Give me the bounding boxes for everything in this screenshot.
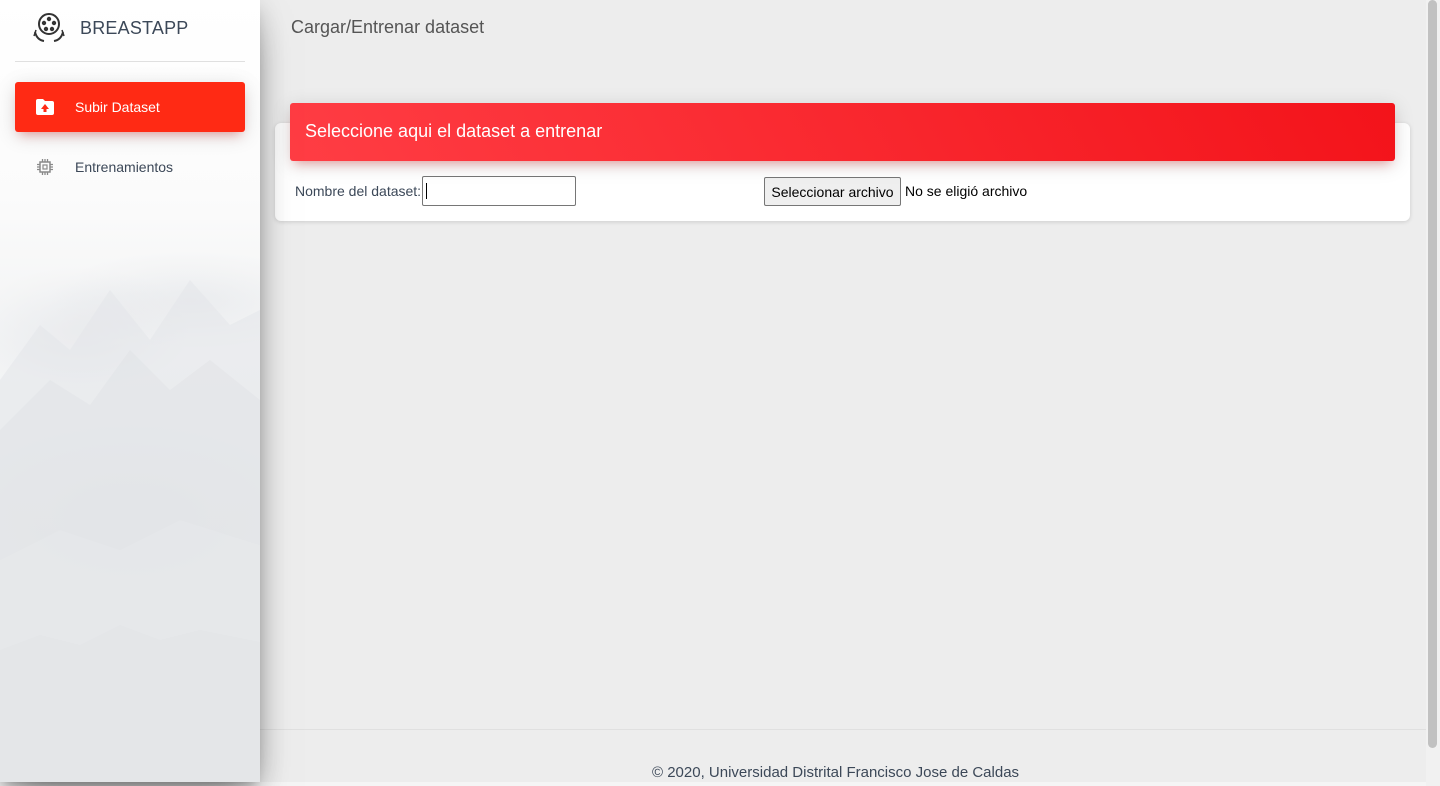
sidebar-item-entrenamientos[interactable]: Entrenamientos [15, 142, 245, 192]
scrollbar-thumb[interactable] [1428, 0, 1437, 748]
text-cursor [426, 183, 427, 199]
page-scrollbar[interactable] [1426, 0, 1440, 786]
chip-icon [35, 157, 55, 177]
sidebar-nav: Subir Dataset Entrenamientos [0, 82, 260, 192]
copyright-text: © 2020, Universidad Distrital Francisco … [652, 764, 1020, 781]
dataset-name-input[interactable] [422, 176, 576, 206]
brand-logo[interactable]: BREASTAPP [15, 0, 245, 62]
app: BREASTAPP Subir Dataset Entrenamientos C… [0, 0, 1440, 786]
sidebar-mountain-image [0, 280, 260, 782]
film-reel-icon [33, 13, 65, 42]
card-title: Seleccione aqui el dataset a entrenar [305, 121, 603, 141]
sidebar: BREASTAPP Subir Dataset Entrenamientos [0, 0, 260, 782]
sidebar-item-label: Subir Dataset [75, 99, 160, 115]
dataset-name-label: Nombre del dataset: [295, 183, 422, 199]
sidebar-item-subir-dataset[interactable]: Subir Dataset [15, 82, 245, 132]
file-status: No se eligió archivo [905, 183, 1028, 199]
upload-folder-icon [35, 97, 55, 117]
page-title: Cargar/Entrenar dataset [291, 17, 485, 37]
card-header: Seleccione aqui el dataset a entrenar [290, 103, 1395, 161]
sidebar-item-label: Entrenamientos [75, 159, 174, 175]
footer: © 2020, Universidad Distrital Francisco … [260, 729, 1426, 782]
bottom-strip [0, 782, 1426, 786]
main-panel: Cargar/Entrenar dataset Seleccione aqui … [260, 0, 1426, 782]
brand-name: BREASTAPP [80, 18, 189, 38]
select-file-button[interactable]: Seleccionar archivo [764, 177, 901, 206]
